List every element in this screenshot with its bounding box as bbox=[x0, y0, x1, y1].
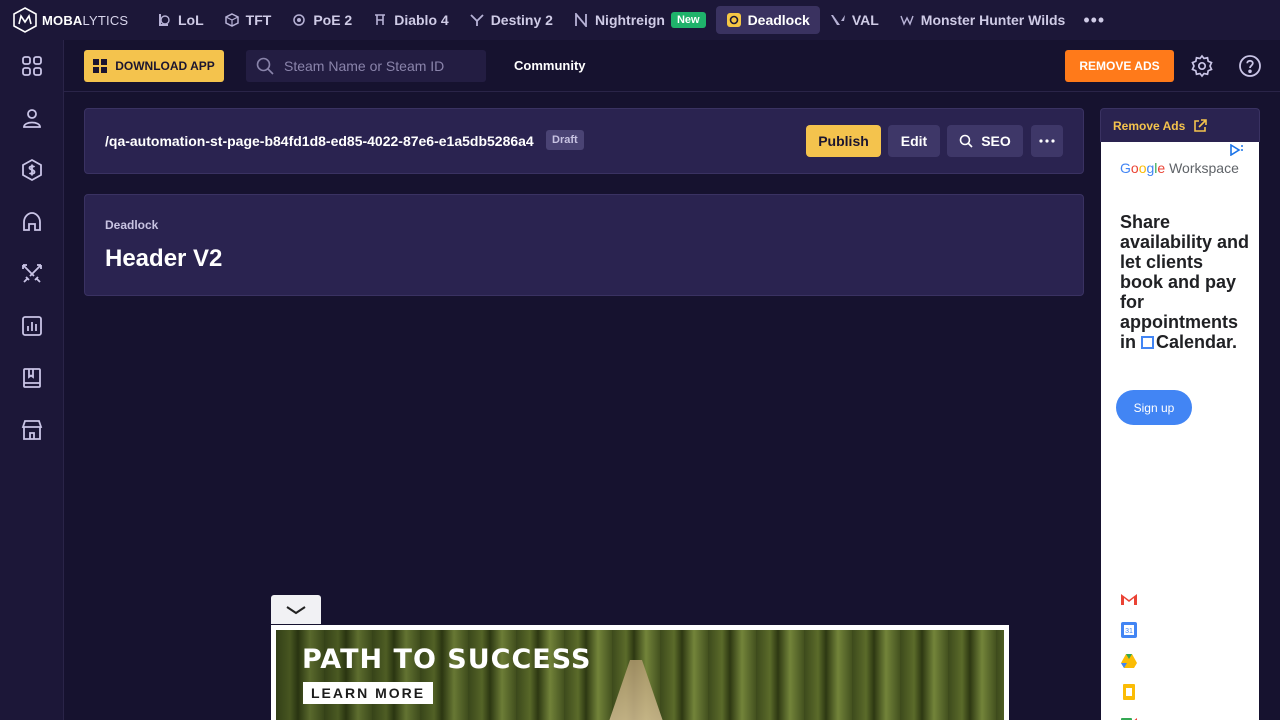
meet-icon bbox=[1121, 718, 1137, 720]
drive-icon bbox=[1121, 654, 1137, 668]
tab-label: LoL bbox=[178, 12, 204, 28]
download-app-button[interactable]: DOWNLOAD APP bbox=[84, 50, 224, 82]
sub-header: DOWNLOAD APP Community REMOVE ADS bbox=[64, 40, 1280, 92]
windows-icon bbox=[93, 59, 108, 73]
tab-label: PoE 2 bbox=[313, 12, 353, 28]
status-badge: Draft bbox=[546, 130, 584, 150]
community-link[interactable]: Community bbox=[514, 58, 586, 73]
page-header-card: Deadlock Header V2 bbox=[84, 194, 1084, 296]
lol-icon bbox=[156, 12, 172, 28]
page-title: Header V2 bbox=[105, 245, 223, 272]
game-tabs: LoL TFT PoE 2 Diablo 4 Destiny 2 Nightre… bbox=[146, 6, 1105, 34]
bottom-banner-ad[interactable]: PATH TO SUCCESS LEARN MORE bbox=[271, 625, 1009, 720]
top-navigation: MOBALYTICS LoL TFT PoE 2 Diablo 4 Destin… bbox=[0, 0, 1280, 40]
valorant-icon bbox=[830, 12, 846, 28]
calendar-app-icon: 31 bbox=[1121, 622, 1137, 638]
nightreign-icon bbox=[573, 12, 589, 28]
forest-image: PATH TO SUCCESS LEARN MORE bbox=[276, 630, 1004, 720]
swords-icon[interactable] bbox=[20, 262, 44, 286]
more-options-button[interactable] bbox=[1031, 125, 1063, 157]
tab-destiny2[interactable]: Destiny 2 bbox=[459, 6, 563, 34]
logo-icon bbox=[13, 7, 37, 33]
stats-chart-icon[interactable] bbox=[20, 314, 44, 338]
tab-poe2[interactable]: PoE 2 bbox=[281, 6, 362, 34]
logo-text: MOBALYTICS bbox=[42, 12, 129, 28]
svg-text:31: 31 bbox=[1125, 628, 1133, 635]
page-path: /qa-automation-st-page-b84fd1d8-ed85-402… bbox=[105, 133, 534, 149]
left-sidebar bbox=[0, 40, 64, 720]
ad-headline: Share availability and let clients book … bbox=[1120, 212, 1250, 352]
ad-brand: Google Workspace bbox=[1120, 160, 1239, 176]
poe-icon bbox=[291, 12, 307, 28]
profile-icon[interactable] bbox=[20, 106, 44, 130]
ad-sign-up-button[interactable]: Sign up bbox=[1116, 390, 1192, 425]
remove-ads-link-label: Remove Ads bbox=[1113, 118, 1186, 133]
ad-choices-icon[interactable] bbox=[1229, 144, 1243, 156]
tab-label: Monster Hunter Wilds bbox=[920, 12, 1066, 28]
page-path-card: /qa-automation-st-page-b84fd1d8-ed85-402… bbox=[84, 108, 1084, 174]
store-icon[interactable] bbox=[20, 418, 44, 442]
side-advertisement[interactable]: Google Workspace Share availability and … bbox=[1101, 142, 1259, 720]
book-icon[interactable] bbox=[20, 366, 44, 390]
tab-valorant[interactable]: VAL bbox=[820, 6, 889, 34]
download-app-label: DOWNLOAD APP bbox=[115, 59, 215, 73]
edit-button[interactable]: Edit bbox=[888, 125, 940, 157]
remove-ads-button[interactable]: REMOVE ADS bbox=[1065, 50, 1174, 82]
destiny-icon bbox=[469, 12, 485, 28]
search-icon bbox=[256, 57, 274, 75]
collapse-banner-button[interactable] bbox=[271, 595, 321, 624]
breadcrumb[interactable]: Deadlock bbox=[105, 218, 158, 232]
tab-lol[interactable]: LoL bbox=[146, 6, 214, 34]
tab-label: Destiny 2 bbox=[490, 12, 553, 28]
search-icon bbox=[959, 134, 973, 148]
currency-shield-icon[interactable] bbox=[20, 158, 44, 182]
deadlock-icon bbox=[726, 12, 742, 28]
mhw-icon bbox=[899, 12, 915, 28]
help-icon[interactable] bbox=[1238, 54, 1262, 78]
tab-label: Nightreign bbox=[594, 12, 665, 28]
grid-icon[interactable] bbox=[20, 54, 44, 78]
tab-tft[interactable]: TFT bbox=[214, 6, 282, 34]
docs-icon bbox=[1123, 684, 1135, 700]
new-badge: New bbox=[670, 12, 706, 28]
diablo-icon bbox=[372, 12, 388, 28]
workspace-app-icons: 31 bbox=[1120, 590, 1140, 720]
tab-label: VAL bbox=[851, 12, 879, 28]
remove-ads-link[interactable]: Remove Ads bbox=[1100, 108, 1260, 142]
gmail-icon bbox=[1121, 594, 1137, 605]
seo-label: SEO bbox=[981, 133, 1011, 149]
gear-icon[interactable] bbox=[1190, 54, 1214, 78]
forest-path-shape bbox=[606, 660, 666, 720]
learn-more-button[interactable]: LEARN MORE bbox=[303, 682, 434, 704]
search-input[interactable] bbox=[284, 58, 474, 74]
tab-deadlock[interactable]: Deadlock bbox=[715, 6, 820, 34]
mobalytics-logo[interactable]: MOBALYTICS bbox=[12, 7, 130, 33]
tab-label: Diablo 4 bbox=[394, 12, 449, 28]
chevron-down-icon bbox=[286, 605, 306, 614]
tft-icon bbox=[224, 12, 240, 28]
publish-button[interactable]: Publish bbox=[806, 125, 881, 157]
tab-monster-hunter-wilds[interactable]: Monster Hunter Wilds bbox=[889, 6, 1076, 34]
calendar-icon bbox=[1141, 336, 1154, 349]
external-link-icon bbox=[1194, 118, 1208, 132]
banner-title: PATH TO SUCCESS bbox=[302, 644, 592, 675]
tab-label: TFT bbox=[245, 12, 272, 28]
more-games-icon[interactable]: ••• bbox=[1083, 10, 1105, 31]
ellipsis-icon bbox=[1039, 139, 1055, 143]
search-box bbox=[246, 50, 486, 82]
tab-label: Deadlock bbox=[747, 12, 810, 28]
seo-button[interactable]: SEO bbox=[947, 125, 1023, 157]
helmet-icon[interactable] bbox=[20, 210, 44, 234]
tab-diablo4[interactable]: Diablo 4 bbox=[362, 6, 458, 34]
tab-nightreign[interactable]: Nightreign New bbox=[563, 6, 716, 34]
